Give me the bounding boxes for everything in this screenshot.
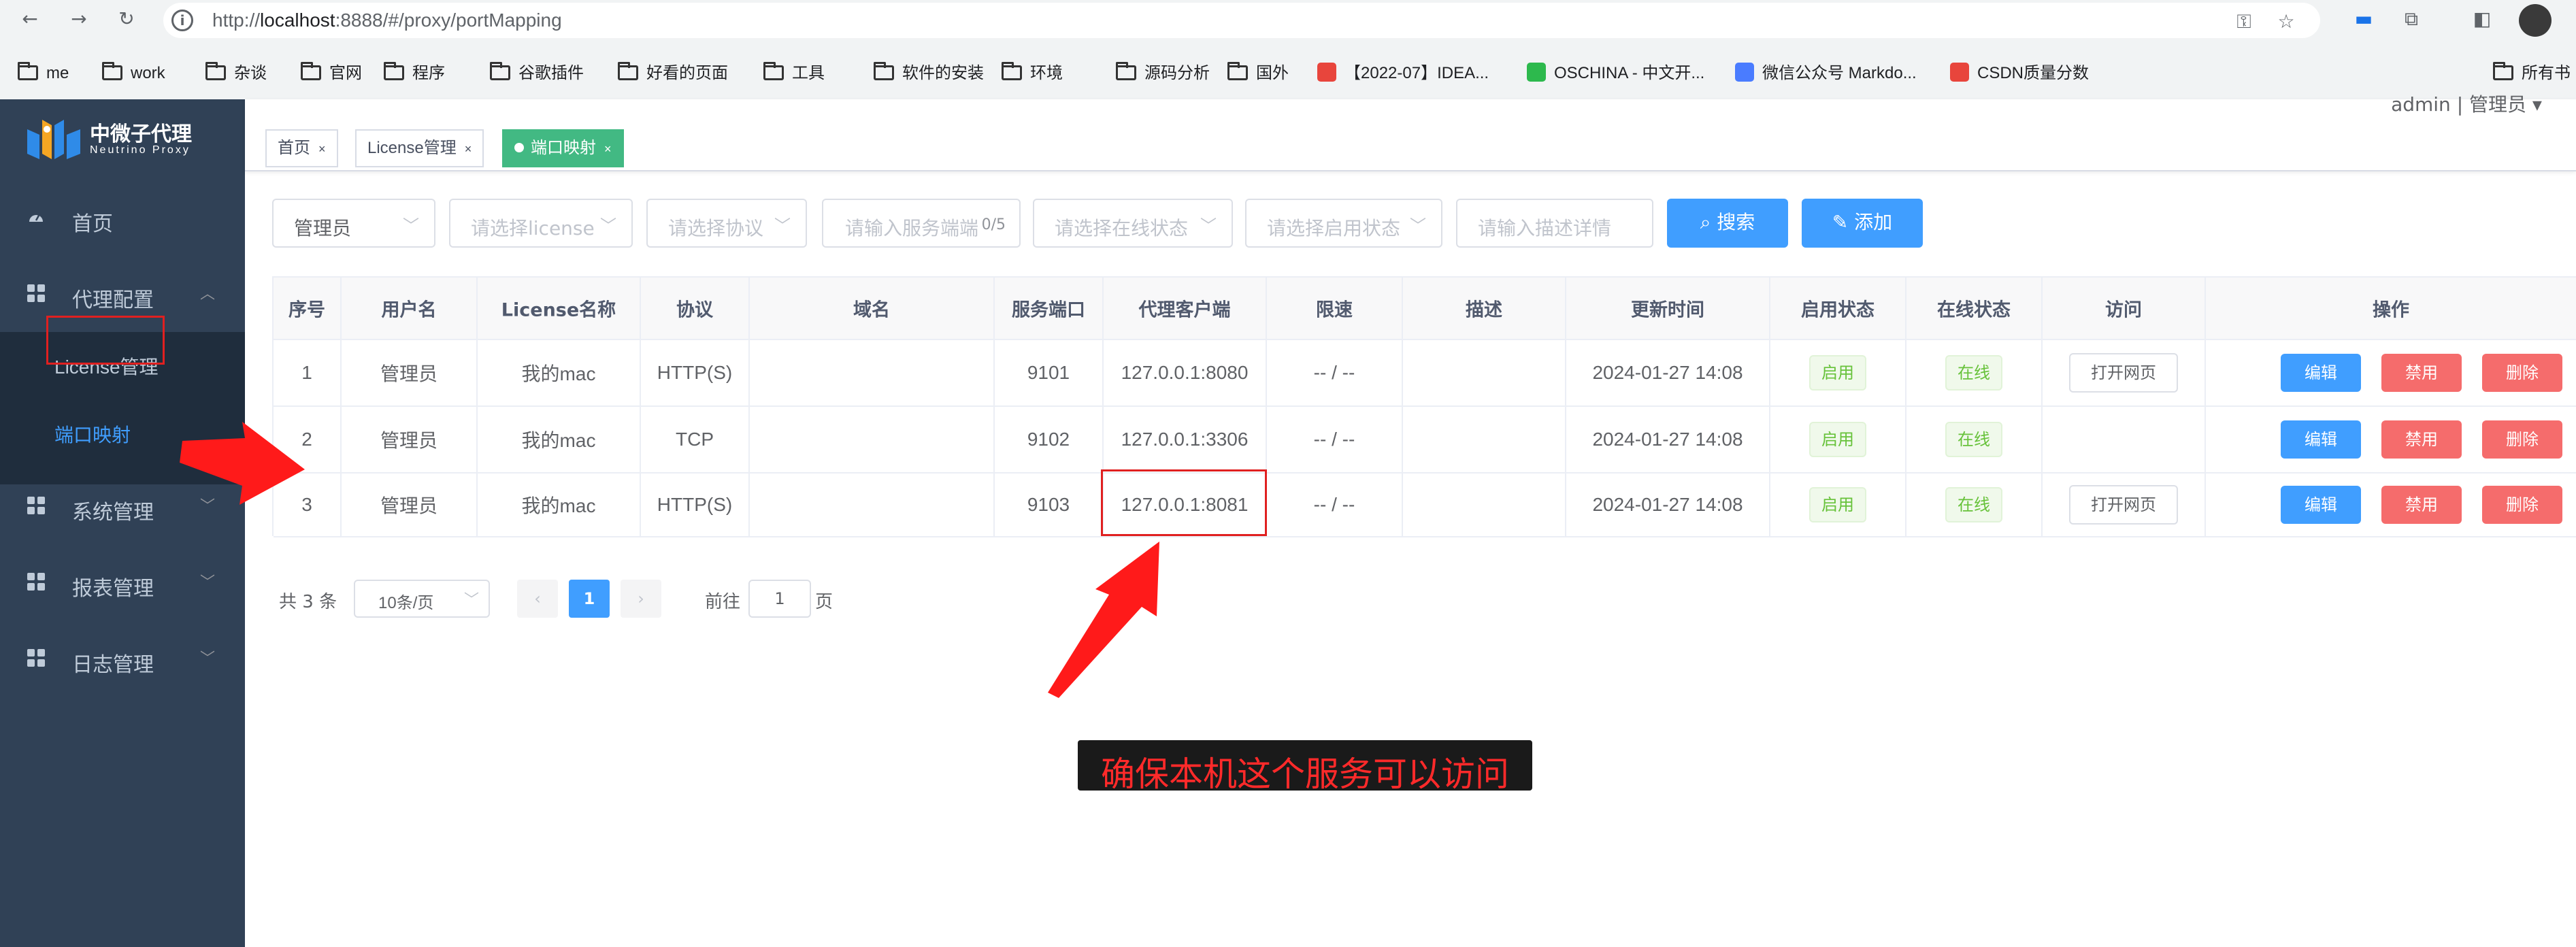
annotation-arrow-up [1048, 542, 1159, 698]
annotation-caption: 确保本机这个服务可以访问 [1078, 740, 1532, 794]
annotation-arrows [180, 422, 1159, 698]
annotation-arrow-left [180, 422, 305, 505]
annotation-caption-text: 确保本机这个服务可以访问 [1101, 754, 1509, 794]
